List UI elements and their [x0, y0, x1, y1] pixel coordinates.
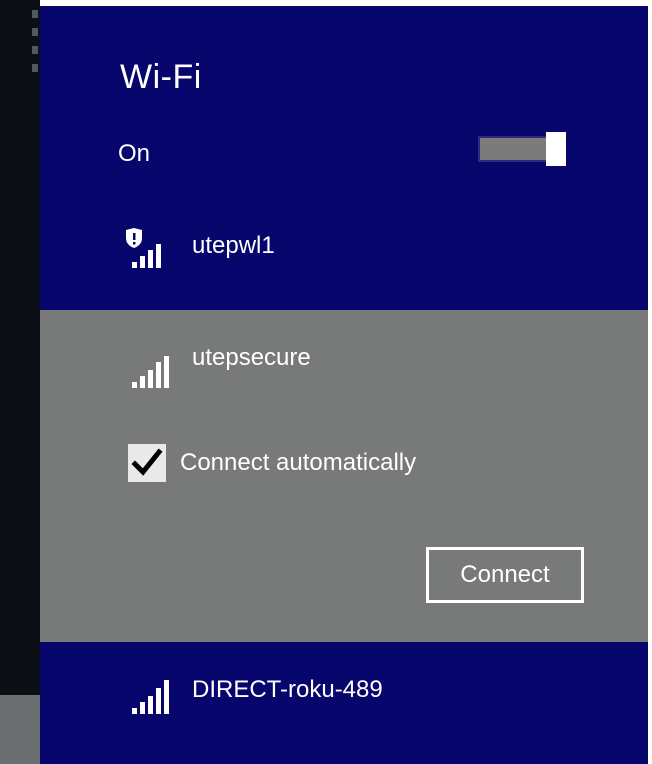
desktop-text-fragment [32, 10, 38, 18]
network-item-utepwl1[interactable]: utepwl1 [40, 200, 648, 290]
wifi-signal-secured-icon [122, 228, 168, 268]
connect-button[interactable]: Connect [426, 547, 584, 603]
toggle-thumb [546, 132, 566, 166]
wifi-toggle[interactable] [478, 132, 566, 166]
connect-automatically-label: Connect automatically [180, 449, 417, 476]
flyout-title: Wi-Fi [120, 58, 202, 96]
checkmark-icon [131, 448, 163, 476]
desktop-background [0, 0, 40, 764]
desktop-text-fragment [32, 64, 38, 72]
network-name: DIRECT-roku-489 [192, 676, 383, 703]
toggle-track [478, 136, 548, 162]
wifi-toggle-label: On [118, 140, 151, 167]
flyout-right-edge [648, 0, 652, 764]
network-name: utepsecure [192, 344, 311, 371]
network-item-direct-roku-489[interactable]: DIRECT-roku-489 [40, 650, 648, 740]
desktop-text-fragment [32, 28, 38, 36]
network-name: utepwl1 [192, 232, 275, 259]
wifi-flyout: Wi-Fi On utepwl1 utepsecure Connect auto… [40, 0, 652, 764]
wifi-signal-icon [130, 674, 176, 714]
desktop-taskbar-fragment [0, 695, 40, 764]
connect-automatically-checkbox[interactable] [128, 444, 166, 482]
desktop-text-fragment [32, 46, 38, 54]
flyout-top-edge [40, 0, 652, 6]
wifi-signal-icon [130, 352, 176, 392]
